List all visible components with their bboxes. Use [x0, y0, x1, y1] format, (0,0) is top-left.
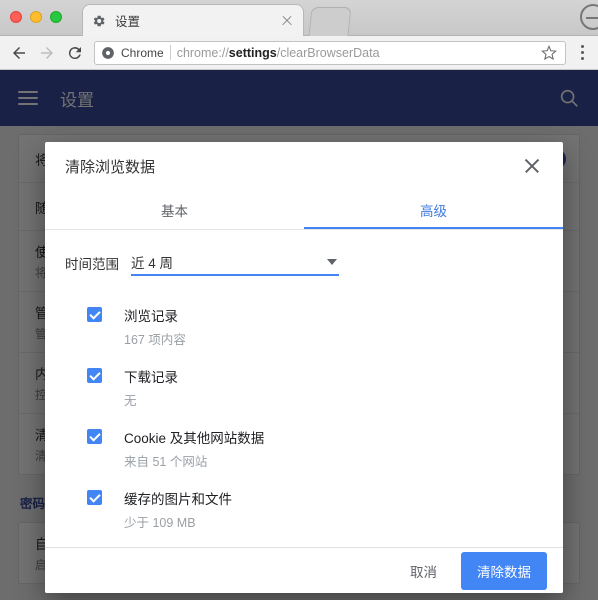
- address-bar[interactable]: Chrome chrome://settings/clearBrowserDat…: [94, 40, 566, 65]
- close-window-button[interactable]: [10, 11, 22, 23]
- kebab-menu-icon[interactable]: [574, 42, 590, 64]
- back-arrow-icon[interactable]: [8, 42, 30, 64]
- checkbox-browsing-history[interactable]: [87, 307, 102, 322]
- active-tab-underline: [304, 227, 563, 229]
- browser-toolbar: Chrome chrome://settings/clearBrowserDat…: [0, 36, 598, 70]
- gear-icon: [91, 13, 107, 29]
- url-prefix: chrome://: [176, 45, 229, 60]
- list-item-subtitle: 无: [124, 394, 137, 408]
- url-suffix: /clearBrowserData: [276, 45, 380, 60]
- browser-tab[interactable]: 设置: [82, 4, 304, 36]
- tab-basic[interactable]: 基本: [45, 190, 304, 229]
- list-item[interactable]: 密码 无: [65, 540, 543, 547]
- dialog-footer: 取消 清除数据: [45, 547, 563, 593]
- profile-avatar-icon[interactable]: [580, 4, 598, 30]
- close-icon[interactable]: [521, 155, 543, 177]
- minimize-window-button[interactable]: [30, 11, 42, 23]
- security-badge-label: Chrome: [121, 45, 164, 60]
- browser-tab-strip: 设置: [0, 0, 598, 36]
- reload-icon[interactable]: [64, 42, 86, 64]
- dialog-tabs: 基本 高级: [45, 190, 563, 230]
- list-item[interactable]: 缓存的图片和文件 少于 109 MB: [65, 479, 543, 540]
- url-text: chrome://settings/clearBrowserData: [177, 46, 533, 60]
- browser-tab-title: 设置: [115, 15, 141, 29]
- screen: 设置 将使用情况统计信息和崩溃报告自动发送给 Google 随浏: [0, 0, 598, 600]
- time-range-select[interactable]: 近 4 周: [131, 250, 339, 276]
- clear-data-button[interactable]: 清除数据: [461, 551, 547, 590]
- list-item-title: 浏览记录: [124, 309, 178, 324]
- chrome-shield-icon: [101, 46, 115, 60]
- chevron-down-icon: [327, 259, 337, 265]
- time-range-value: 近 4 周: [131, 256, 174, 271]
- list-item-subtitle: 少于 109 MB: [124, 516, 196, 530]
- list-item[interactable]: Cookie 及其他网站数据 来自 51 个网站: [65, 418, 543, 479]
- list-item-title: Cookie 及其他网站数据: [124, 431, 265, 446]
- tab-advanced[interactable]: 高级: [304, 190, 563, 229]
- dialog-header: 清除浏览数据: [45, 142, 563, 190]
- omnibox-divider: [169, 45, 171, 60]
- list-item-title: 缓存的图片和文件: [124, 492, 232, 507]
- star-icon[interactable]: [539, 43, 559, 63]
- dialog-body: 时间范围 近 4 周 浏览记录 167 项内容 下载记录 无 Cookie 及其…: [45, 230, 563, 547]
- new-tab-button[interactable]: [308, 7, 352, 36]
- checkbox-cached-images[interactable]: [87, 490, 102, 505]
- time-range-label: 时间范围: [65, 257, 119, 272]
- list-item[interactable]: 浏览记录 167 项内容: [65, 296, 543, 357]
- data-type-list: 浏览记录 167 项内容 下载记录 无 Cookie 及其他网站数据 来自 51…: [65, 296, 543, 547]
- url-bold: settings: [228, 45, 277, 60]
- dialog-title: 清除浏览数据: [65, 158, 156, 176]
- time-range-field: 时间范围 近 4 周: [65, 230, 543, 280]
- forward-arrow-icon[interactable]: [36, 42, 58, 64]
- list-item-subtitle: 167 项内容: [124, 333, 186, 347]
- window-controls: [10, 11, 62, 23]
- cancel-button[interactable]: 取消: [400, 554, 447, 588]
- close-icon[interactable]: [279, 13, 295, 29]
- maximize-window-button[interactable]: [50, 11, 62, 23]
- checkbox-download-history[interactable]: [87, 368, 102, 383]
- checkbox-cookies[interactable]: [87, 429, 102, 444]
- clear-browsing-data-dialog: 清除浏览数据 基本 高级 时间范围 近 4 周 浏览记录 167 项内容 下载记…: [45, 142, 563, 593]
- list-item-title: 下载记录: [124, 370, 178, 385]
- list-item-subtitle: 来自 51 个网站: [124, 455, 208, 469]
- list-item[interactable]: 下载记录 无: [65, 357, 543, 418]
